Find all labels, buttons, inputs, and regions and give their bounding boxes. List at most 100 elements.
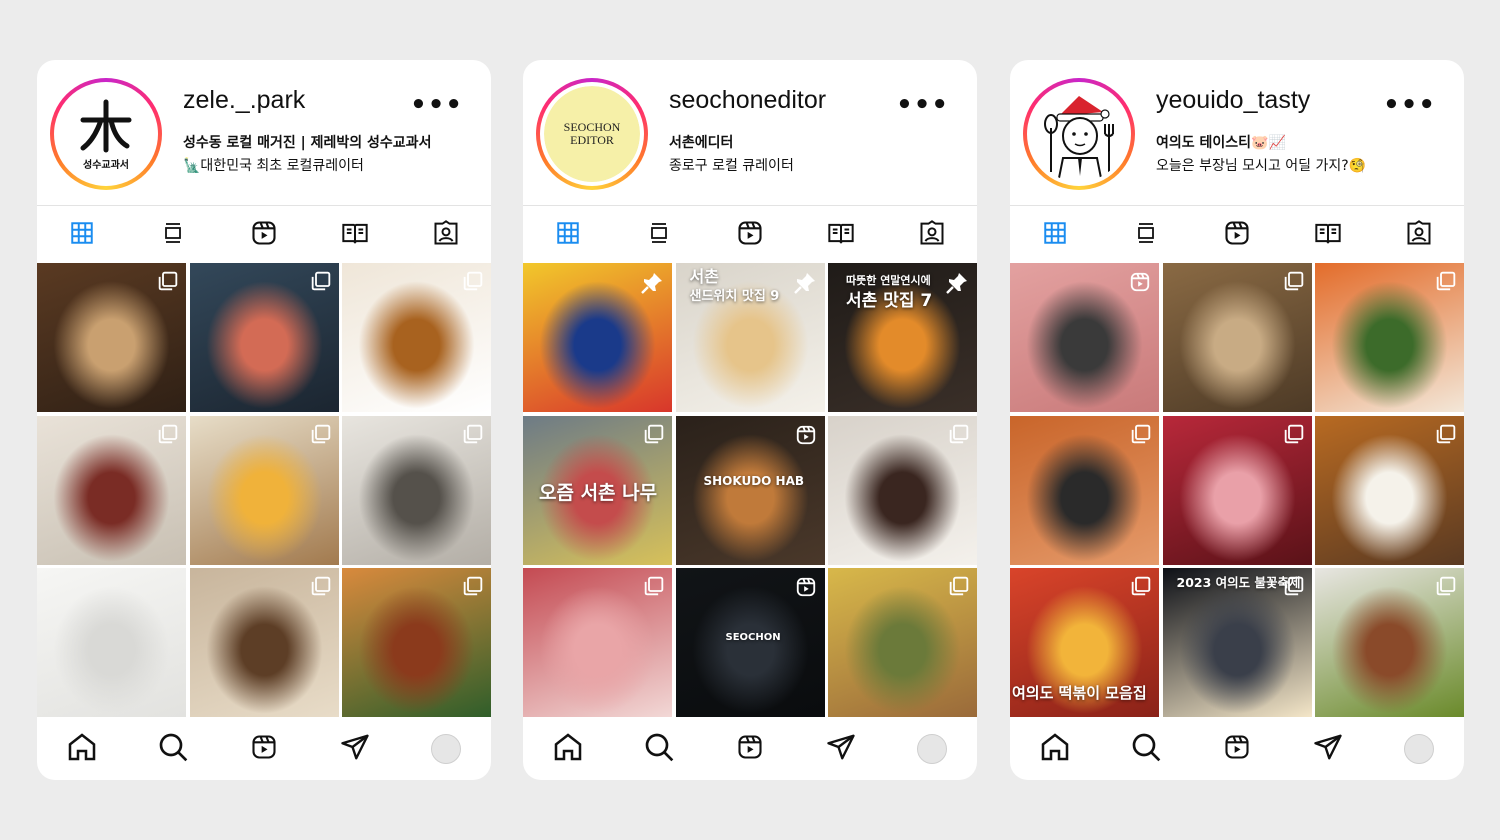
- post-thumbnail-egg-sandwich-hand[interactable]: [189, 415, 339, 565]
- avatar[interactable]: 성수교과서: [50, 78, 162, 190]
- multi-photo-icon: [158, 271, 178, 295]
- tile-caption: SHOKUDO HAB: [704, 474, 805, 488]
- multi-photo-icon: [311, 424, 331, 448]
- tile-caption-line: 2023 여의도 불꽃축제: [1176, 575, 1301, 590]
- tab-reels[interactable]: [705, 206, 796, 264]
- more-options-icon[interactable]: •••: [410, 90, 463, 120]
- reel-badge-icon: [795, 424, 817, 450]
- nav-direct[interactable]: [1282, 717, 1373, 780]
- multi-photo-icon: [1284, 576, 1304, 600]
- tab-feed[interactable]: [614, 206, 705, 264]
- post-thumbnail-campfire-night[interactable]: 따뜻한 연말연시에 서촌 맛집 7: [828, 263, 977, 412]
- tab-tagged[interactable]: [400, 206, 491, 264]
- tile-caption-line: 서촌 맛집 7: [846, 291, 933, 311]
- tile-caption-line: SHOKUDO HAB: [703, 473, 805, 488]
- bottom-navigation: [37, 717, 491, 780]
- multi-photo-icon: [1436, 271, 1456, 295]
- nav-home[interactable]: [37, 717, 128, 780]
- nav-direct[interactable]: [309, 717, 400, 780]
- tab-guide[interactable]: [309, 206, 400, 264]
- grid-icon: [69, 220, 95, 250]
- reels-icon: [250, 733, 278, 765]
- tagged-icon: [918, 219, 946, 251]
- post-thumbnail-knitted-tree-wraps[interactable]: 오즘 서촌 나무: [523, 415, 672, 565]
- nav-search[interactable]: [128, 717, 219, 780]
- post-thumbnail-samcho-egg-map[interactable]: [37, 568, 186, 717]
- tab-reels[interactable]: [1192, 206, 1283, 264]
- post-thumbnail-shokudo-hab-kitchen[interactable]: SHOKUDO HAB: [675, 415, 825, 565]
- reels-icon: [1223, 219, 1251, 251]
- post-thumbnail-grilled-shrimp[interactable]: [1010, 415, 1159, 565]
- bio-name: 여의도 테이스티🐷📈: [1156, 135, 1286, 151]
- direct-icon: [1313, 732, 1343, 766]
- post-thumbnail-pudding-cups-tray[interactable]: [189, 568, 339, 717]
- nav-home[interactable]: [523, 717, 614, 780]
- post-thumbnail-night-market-street[interactable]: [189, 263, 339, 412]
- tab-tagged[interactable]: [1373, 206, 1464, 264]
- profile-icon: [1403, 733, 1434, 764]
- tab-guide[interactable]: [795, 206, 886, 264]
- tab-grid[interactable]: [523, 206, 614, 264]
- post-thumbnail-marbled-beef[interactable]: [1162, 415, 1312, 565]
- post-thumbnail-chocolate-lava-cake[interactable]: [828, 415, 977, 565]
- post-thumbnail-grilled-skewers-beer[interactable]: [37, 263, 186, 412]
- tile-caption: 2023 여의도 불꽃축제: [1177, 572, 1301, 591]
- post-thumbnail-spicy-chicken-bowl[interactable]: [1315, 263, 1464, 412]
- post-thumbnail-pork-belly-abalone[interactable]: [1010, 263, 1159, 412]
- search-icon: [643, 731, 675, 767]
- post-thumbnail-fireworks-night[interactable]: 2023 여의도 불꽃축제: [1162, 568, 1312, 717]
- nav-search[interactable]: [614, 717, 705, 780]
- nav-reels[interactable]: [705, 717, 796, 780]
- post-thumbnail-teddy-bear-cafe[interactable]: [1162, 263, 1312, 412]
- post-thumbnail-custard-pudding-plate[interactable]: [342, 263, 491, 412]
- tab-guide[interactable]: [1282, 206, 1373, 264]
- post-thumbnail-tteokbokki-collection[interactable]: 여의도 떡볶이 모음집: [1010, 568, 1159, 717]
- multi-photo-icon: [463, 576, 483, 600]
- post-thumbnail-nyam-storefront[interactable]: [37, 415, 186, 565]
- tab-grid[interactable]: [37, 206, 128, 264]
- tab-feed[interactable]: [128, 206, 219, 264]
- username: zele._.park: [183, 86, 306, 114]
- pinned-icon: [640, 271, 664, 299]
- reels-icon: [736, 219, 764, 251]
- more-options-icon[interactable]: •••: [1383, 90, 1436, 120]
- guide-icon: [1314, 219, 1342, 251]
- nav-reels[interactable]: [1192, 717, 1283, 780]
- nav-profile[interactable]: [1373, 717, 1464, 780]
- nav-reels[interactable]: [219, 717, 310, 780]
- nav-profile[interactable]: [400, 717, 491, 780]
- tile-caption: 서촌 샌드위치 맛집 9: [690, 267, 780, 307]
- post-thumbnail-tonkatsu-curry-plate[interactable]: [1315, 415, 1464, 565]
- post-thumbnail-superfine-storefront[interactable]: [342, 415, 491, 565]
- multi-photo-icon: [311, 271, 331, 295]
- nav-direct[interactable]: [795, 717, 886, 780]
- nav-search[interactable]: [1101, 717, 1192, 780]
- grid-icon: [555, 220, 581, 250]
- reels-icon: [250, 219, 278, 251]
- post-thumbnail-seochon-bar-night[interactable]: SEOCHON: [675, 568, 825, 717]
- multi-photo-icon: [949, 576, 969, 600]
- bio-name: 성수동 로컬 매거진 | 제레박의 성수교과서: [183, 135, 432, 151]
- post-thumbnail-sandwich-closeup[interactable]: 서촌 샌드위치 맛집 9: [675, 263, 825, 412]
- multi-photo-icon: [158, 424, 178, 448]
- tile-caption-line: 샌드위치 맛집 9: [689, 289, 780, 304]
- post-thumbnail-sashimi-plate[interactable]: [523, 568, 672, 717]
- nav-profile[interactable]: [886, 717, 977, 780]
- post-thumbnail-layered-sandwich[interactable]: [1315, 568, 1464, 717]
- tab-feed[interactable]: [1101, 206, 1192, 264]
- nav-home[interactable]: [1010, 717, 1101, 780]
- home-icon: [66, 731, 98, 767]
- tile-caption-line: 여의도 떡볶이 모음집: [1012, 684, 1147, 702]
- tile-caption-line: SEOCHON: [725, 632, 781, 643]
- tab-tagged[interactable]: [886, 206, 977, 264]
- more-options-icon[interactable]: •••: [896, 90, 949, 120]
- tab-reels[interactable]: [219, 206, 310, 264]
- post-thumbnail-ginkgo-tree-building[interactable]: [828, 568, 977, 717]
- multi-photo-icon: [644, 576, 664, 600]
- post-thumbnail-bacon-burger[interactable]: [342, 568, 491, 717]
- tab-grid[interactable]: [1010, 206, 1101, 264]
- post-thumbnail-yellow-poster-board[interactable]: [523, 263, 672, 412]
- avatar[interactable]: [1023, 78, 1135, 190]
- avatar[interactable]: SEOCHON EDITOR: [536, 78, 648, 190]
- reels-icon: [736, 733, 764, 765]
